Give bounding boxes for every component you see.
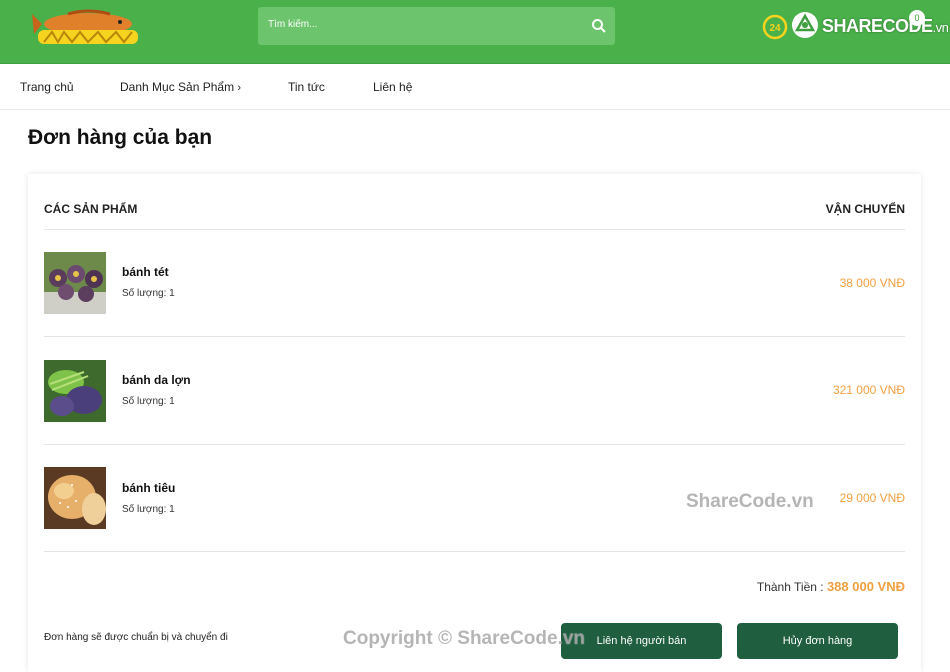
chevron-right-icon: › [237,82,242,94]
nav-item-categories-label: Danh Mục Sản Phẩm [120,80,235,94]
search-icon[interactable] [591,18,607,34]
product-quantity: Số lượng: 1 [122,288,175,299]
product-image-banh-da-lon [44,360,106,422]
brand-suffix: .vn [932,20,949,35]
product-name[interactable]: bánh tiêu [122,481,175,495]
contact-seller-button[interactable]: Liên hệ người bán [561,623,722,659]
product-quantity: Số lượng: 1 [122,396,175,407]
divider [44,444,905,445]
product-name[interactable]: bánh da lợn [122,373,191,387]
sharecode-brand: SHARECODE.vn [822,16,949,37]
product-image-banh-tieu [44,467,106,529]
nav-item-categories[interactable]: Danh Mục Sản Phẩm › [120,80,241,94]
cancel-order-button[interactable]: Hủy đơn hàng [737,623,898,659]
product-price: 38 000 VNĐ [839,276,905,290]
nav-item-home[interactable]: Trang chủ [20,80,74,94]
divider [44,229,905,230]
cart-count: 0 [914,13,920,23]
order-note: Đơn hàng sẽ được chuẩn bị và chuyển đi [44,632,228,643]
nav-item-news[interactable]: Tin tức [288,80,325,94]
total-value: 388 000 VNĐ [826,579,905,594]
product-quantity: Số lượng: 1 [122,504,175,515]
order-card [28,174,921,672]
divider [44,551,905,552]
search-placeholder: Tìm kiếm... [268,19,318,30]
cart-icon[interactable]: 0 [909,10,925,26]
support-24h-icon[interactable]: 24 [762,14,788,40]
divider [44,336,905,337]
page-title: Đơn hàng của bạn [28,126,213,149]
main-nav: Trang chủ Danh Mục Sản Phẩm › Tin tức Li… [0,64,950,110]
sharecode-logo-icon [792,12,818,38]
product-image-banh-tet [44,252,106,314]
nav-item-contact[interactable]: Liên hệ [373,80,412,94]
shipping-column-header: VẬN CHUYỂN [825,202,905,216]
total-label: Thành Tiền : [756,580,824,594]
top-header: Tìm kiếm... 24 SHARECODE.vn 0 [0,0,950,64]
order-total: Thành Tiền : 388 000 VNĐ [757,579,905,594]
store-logo[interactable] [28,8,144,48]
product-price: 29 000 VNĐ [839,491,905,505]
search-box[interactable]: Tìm kiếm... [258,7,615,45]
support-badge-text: 24 [769,23,781,34]
product-price: 321 000 VNĐ [832,383,905,397]
products-column-header: CÁC SẢN PHẨM [44,202,138,216]
product-name[interactable]: bánh tét [122,265,169,279]
